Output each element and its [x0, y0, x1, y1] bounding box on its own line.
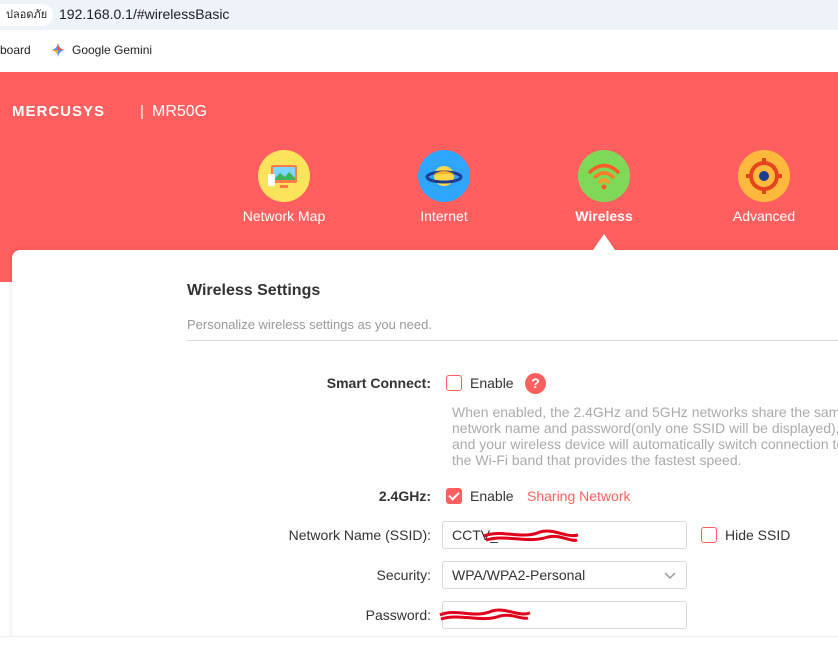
password-label: Password:	[365, 607, 431, 623]
band-24ghz-checkbox[interactable]	[446, 488, 462, 504]
bottom-bar	[0, 636, 838, 656]
ssid-value: CCTV_	[452, 527, 498, 543]
band-24ghz-enable-label[interactable]: Enable	[470, 488, 514, 504]
nav-label: Advanced	[732, 208, 796, 224]
logo-separator: |	[140, 103, 144, 120]
bookmark-google-gemini[interactable]: Google Gemini	[72, 43, 152, 57]
gemini-star-icon	[51, 43, 65, 57]
nav-label: Internet	[420, 208, 468, 224]
page-subtitle: Personalize wireless settings as you nee…	[187, 317, 432, 332]
bookmarks-bar: board Google Gemini	[0, 30, 838, 72]
smart-connect-enable-label[interactable]: Enable	[470, 375, 514, 391]
help-icon[interactable]: ?	[525, 373, 546, 394]
nav-internet[interactable]: Internet	[384, 150, 504, 224]
wifi-icon	[578, 150, 630, 202]
smart-connect-label: Smart Connect:	[326, 375, 431, 391]
network-map-icon	[258, 150, 310, 202]
nav-advanced[interactable]: Advanced	[704, 150, 824, 224]
nav-label: Network Map	[242, 208, 326, 224]
globe-planet-icon	[418, 150, 470, 202]
security-label: Security:	[376, 567, 431, 583]
smart-connect-description: When enabled, the 2.4GHz and 5GHz networ…	[452, 404, 838, 468]
url-field[interactable]: 192.168.0.1/#wirelessBasic	[59, 6, 229, 22]
browser-address-bar: ปลอดภัย 192.168.0.1/#wirelessBasic	[0, 0, 838, 30]
brand-logo: MERCUSYS	[12, 103, 106, 120]
nav-label: Wireless	[575, 208, 633, 224]
security-value: WPA/WPA2-Personal	[452, 567, 586, 583]
bookmark-dashboard[interactable]: board	[0, 43, 31, 57]
active-tab-pointer	[593, 234, 615, 250]
band-24ghz-label: 2.4GHz:	[378, 488, 431, 504]
gear-icon	[738, 150, 790, 202]
divider	[187, 340, 838, 341]
page-title: Wireless Settings	[187, 282, 321, 299]
nav-wireless[interactable]: Wireless	[544, 150, 664, 224]
sharing-network-link[interactable]: Sharing Network	[527, 488, 631, 504]
security-chip[interactable]: ปลอดภัย	[0, 4, 54, 26]
password-input[interactable]	[442, 601, 687, 629]
hide-ssid-label[interactable]: Hide SSID	[725, 527, 790, 543]
ssid-label: Network Name (SSID):	[288, 527, 431, 543]
ssid-input[interactable]: CCTV_	[442, 521, 687, 549]
security-select[interactable]: WPA/WPA2-Personal	[442, 561, 687, 589]
chevron-down-icon	[664, 572, 676, 580]
model-name: MR50G	[152, 103, 208, 120]
nav-network-map[interactable]: Network Map	[224, 150, 344, 224]
hide-ssid-checkbox[interactable]	[701, 527, 717, 543]
smart-connect-checkbox[interactable]	[446, 375, 462, 391]
